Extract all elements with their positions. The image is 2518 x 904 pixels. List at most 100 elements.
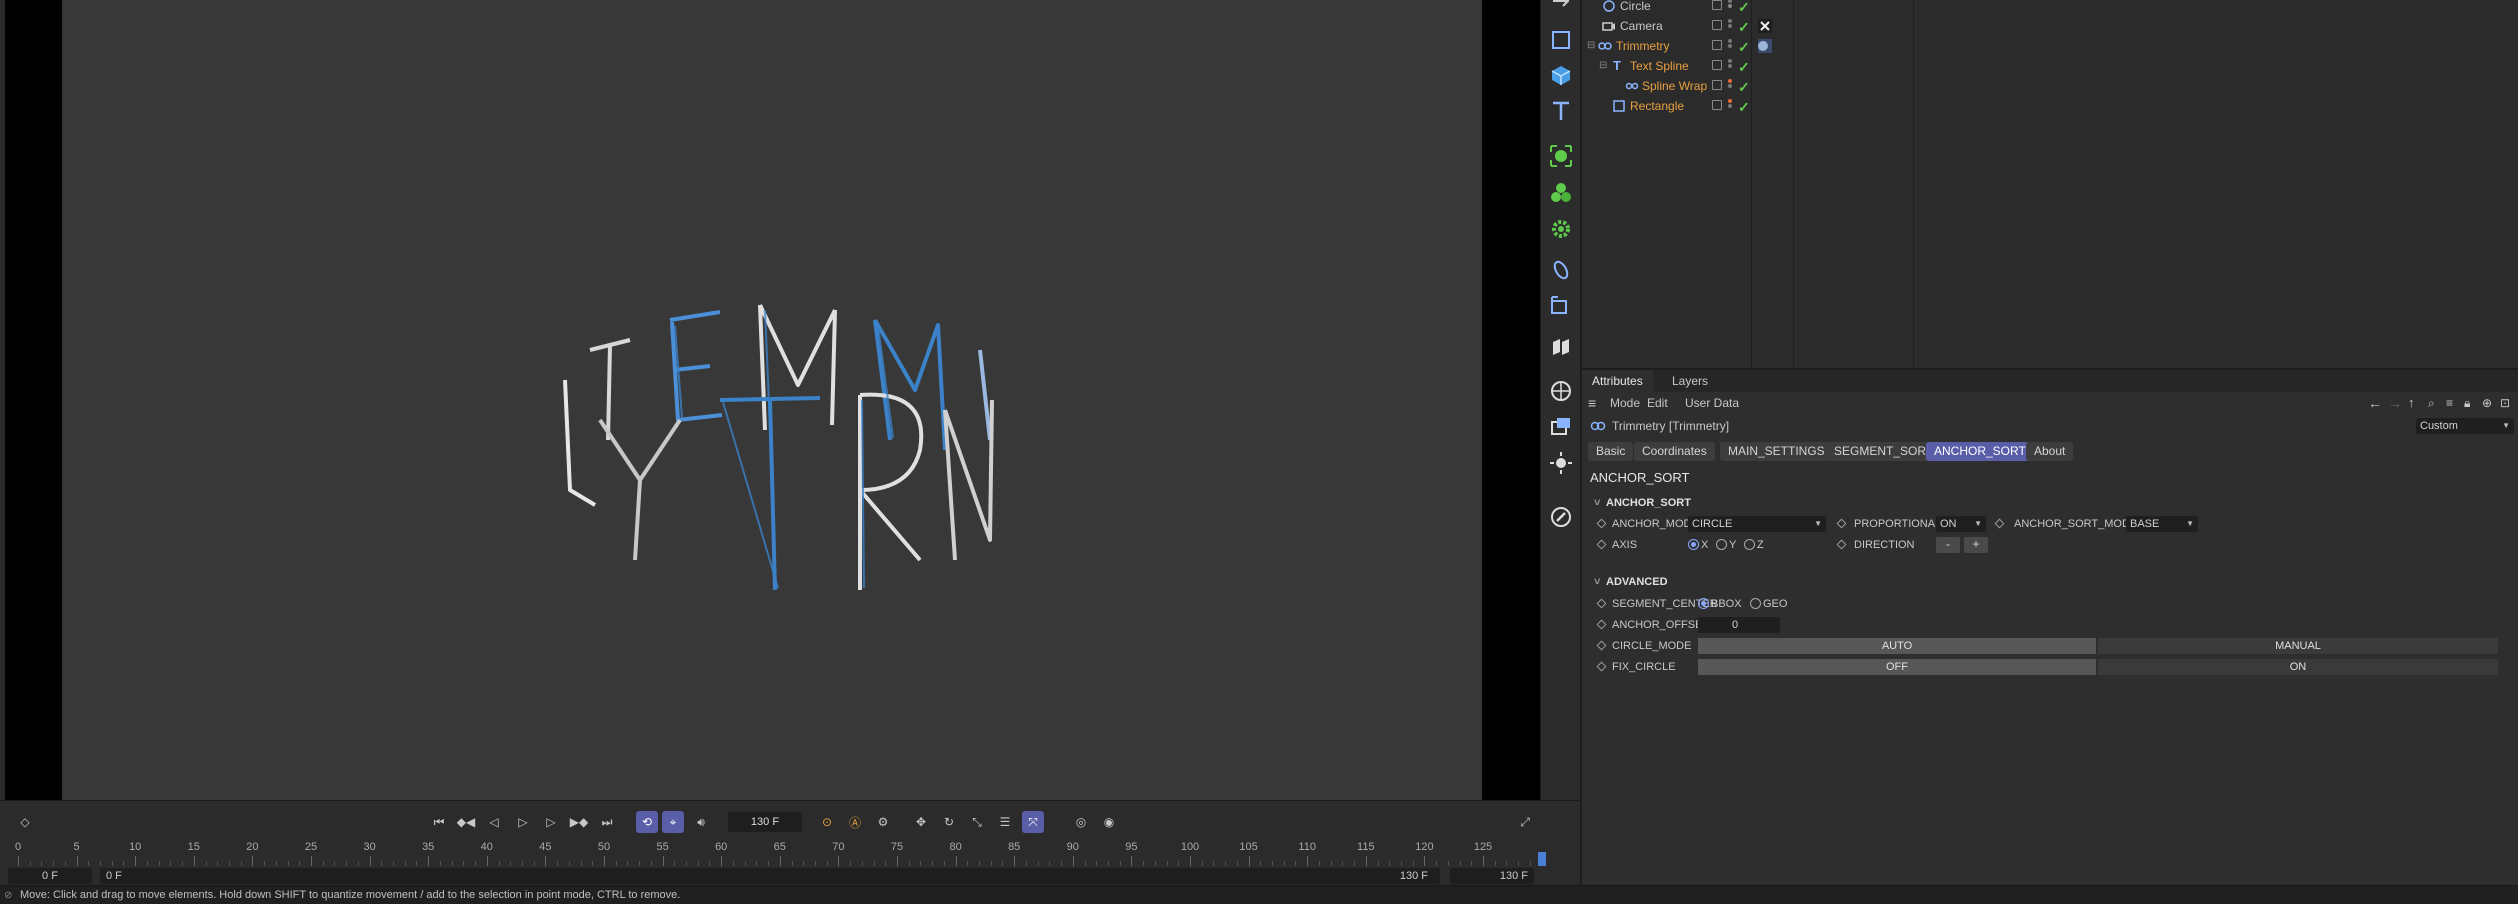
- sound-icon[interactable]: 🔊︎: [690, 811, 712, 833]
- range-start-field[interactable]: 0 F: [8, 868, 92, 884]
- go-to-end-icon[interactable]: ⏭: [596, 811, 618, 833]
- axis-radio-y[interactable]: Y: [1716, 537, 1736, 553]
- previous-key-icon[interactable]: ◆◀: [455, 811, 477, 833]
- range-end-field[interactable]: 130 F: [1450, 868, 1534, 884]
- object-row-camera[interactable]: Camera ✓: [1582, 16, 2518, 36]
- go-to-start-icon[interactable]: ⏮: [428, 811, 450, 833]
- layer-checkbox[interactable]: [1712, 20, 1722, 30]
- segment-center-radio-bbox[interactable]: BBOX: [1698, 596, 1742, 612]
- current-frame-field[interactable]: 130 F: [728, 812, 802, 832]
- segment-center-radio-geo[interactable]: GEO: [1750, 596, 1787, 612]
- axis-radio-x[interactable]: X: [1688, 537, 1708, 553]
- light-icon[interactable]: [1546, 448, 1576, 478]
- visibility-dots[interactable]: [1728, 0, 1732, 13]
- playback-rate-icon[interactable]: ⌖: [662, 811, 684, 833]
- keyframe-mode-icon[interactable]: ◇: [14, 811, 36, 833]
- circle-mode-auto[interactable]: AUTO: [1698, 638, 2096, 654]
- generator-icon[interactable]: [1546, 141, 1576, 171]
- parameter-key-icon[interactable]: ☰: [994, 811, 1016, 833]
- keyframe-diamond-icon[interactable]: [1994, 518, 2005, 529]
- enabled-check-icon[interactable]: ✓: [1738, 97, 1750, 117]
- gear-icon[interactable]: [1546, 214, 1576, 244]
- range-slider[interactable]: 0 F 130 F: [100, 868, 1440, 884]
- keyframe-diamond-icon[interactable]: [1596, 598, 1607, 609]
- key-settings-icon[interactable]: ⚙: [872, 811, 894, 833]
- object-name[interactable]: Camera: [1620, 16, 1663, 36]
- keyframe-diamond-icon[interactable]: [1836, 539, 1847, 550]
- object-row-rectangle[interactable]: Rectangle ✓: [1582, 96, 2518, 116]
- enabled-check-icon[interactable]: ✓: [1738, 0, 1750, 17]
- group-anchor-sort[interactable]: ˅ ANCHOR_SORT: [1594, 497, 1691, 509]
- menu-user-data[interactable]: User Data: [1685, 392, 1739, 414]
- anchor-mode-dropdown[interactable]: CIRCLE ▼: [1688, 516, 1826, 532]
- keyframe-diamond-icon[interactable]: [1596, 518, 1607, 529]
- scene-icon[interactable]: [1546, 332, 1576, 362]
- object-row-circle[interactable]: Circle ✓: [1582, 0, 2518, 16]
- direction-plus-button[interactable]: +: [1964, 537, 1988, 553]
- move-key-icon[interactable]: ✥: [910, 811, 932, 833]
- visibility-dots[interactable]: [1728, 59, 1732, 73]
- next-key-icon[interactable]: ▶◆: [568, 811, 590, 833]
- visibility-dots[interactable]: [1728, 39, 1732, 53]
- keyframe-diamond-icon[interactable]: [1596, 619, 1607, 630]
- forward-arrow-icon[interactable]: →: [2388, 392, 2402, 414]
- object-name[interactable]: Spline Wrap: [1642, 76, 1707, 96]
- timeline-expand-icon[interactable]: ⤢: [1514, 811, 1536, 833]
- layer-checkbox[interactable]: [1712, 60, 1722, 70]
- layer-checkbox[interactable]: [1712, 40, 1722, 50]
- target-tag-icon[interactable]: [1757, 18, 1773, 34]
- enabled-check-icon[interactable]: ✓: [1738, 17, 1750, 37]
- layer-checkbox[interactable]: [1712, 0, 1722, 10]
- previous-frame-icon[interactable]: ◁: [483, 811, 505, 833]
- record-icon[interactable]: ⊙: [816, 811, 838, 833]
- render-icon[interactable]: [1546, 412, 1576, 442]
- scale-key-icon[interactable]: ⤡: [966, 811, 988, 833]
- visibility-dots[interactable]: [1728, 19, 1732, 33]
- onion-skin-icon[interactable]: ◎: [1070, 811, 1092, 833]
- pla-key-icon[interactable]: ⤧: [1022, 811, 1044, 833]
- enabled-check-icon[interactable]: ✓: [1738, 77, 1750, 97]
- object-name[interactable]: Rectangle: [1630, 96, 1684, 116]
- menu-mode[interactable]: Mode: [1610, 392, 1640, 414]
- paint-icon[interactable]: [1546, 502, 1576, 532]
- object-name[interactable]: Trimmetry: [1616, 36, 1670, 56]
- deformer-icon[interactable]: [1546, 255, 1576, 285]
- search-icon[interactable]: ⌕: [2428, 392, 2435, 414]
- object-name[interactable]: Circle: [1620, 0, 1651, 16]
- lock-icon[interactable]: 🔒︎: [2464, 392, 2470, 414]
- rotate-key-icon[interactable]: ↻: [938, 811, 960, 833]
- tab-segment-sort[interactable]: SEGMENT_SORT: [1826, 442, 1942, 461]
- fix-circle-off[interactable]: OFF: [1698, 659, 2096, 675]
- 3d-viewport[interactable]: [0, 0, 1540, 800]
- expand-icon[interactable]: ⊟: [1599, 56, 1607, 76]
- arrow-icon[interactable]: [1546, 0, 1576, 16]
- object-row-trimmetry[interactable]: ⊟ Trimmetry ✓: [1582, 36, 2518, 56]
- text-icon[interactable]: [1546, 96, 1576, 126]
- keyframe-diamond-icon[interactable]: [1596, 640, 1607, 651]
- expand-panel-icon[interactable]: ⊡: [2500, 392, 2510, 414]
- camera-icon[interactable]: [1546, 290, 1576, 320]
- circle-mode-manual[interactable]: MANUAL: [2098, 638, 2498, 654]
- tab-layers[interactable]: Layers: [1662, 370, 1718, 392]
- cube-outline-icon[interactable]: [1546, 25, 1576, 55]
- group-advanced[interactable]: ˅ ADVANCED: [1594, 576, 1668, 588]
- direction-minus-button[interactable]: -: [1936, 537, 1960, 553]
- visibility-dots[interactable]: [1728, 99, 1732, 113]
- back-arrow-icon[interactable]: ←: [2368, 392, 2382, 414]
- globe-icon[interactable]: [1546, 376, 1576, 406]
- keyframe-diamond-icon[interactable]: [1596, 661, 1607, 672]
- play-icon[interactable]: ▷: [512, 811, 534, 833]
- anchor-offset-input[interactable]: 0: [1698, 617, 1780, 633]
- tab-about[interactable]: About: [2026, 442, 2074, 461]
- menu-edit[interactable]: Edit: [1647, 392, 1668, 414]
- material-tag-icon[interactable]: [1757, 38, 1773, 54]
- cube-icon[interactable]: [1546, 60, 1576, 90]
- enabled-check-icon[interactable]: ✓: [1738, 57, 1750, 77]
- text-ring-3d-object[interactable]: [560, 290, 1060, 650]
- preset-dropdown[interactable]: Custom ▼: [2416, 418, 2514, 434]
- axis-radio-z[interactable]: Z: [1744, 537, 1764, 553]
- loop-icon[interactable]: ⟲: [636, 811, 658, 833]
- tab-basic[interactable]: Basic: [1588, 442, 1634, 461]
- layer-checkbox[interactable]: [1712, 100, 1722, 110]
- cloner-icon[interactable]: [1546, 178, 1576, 208]
